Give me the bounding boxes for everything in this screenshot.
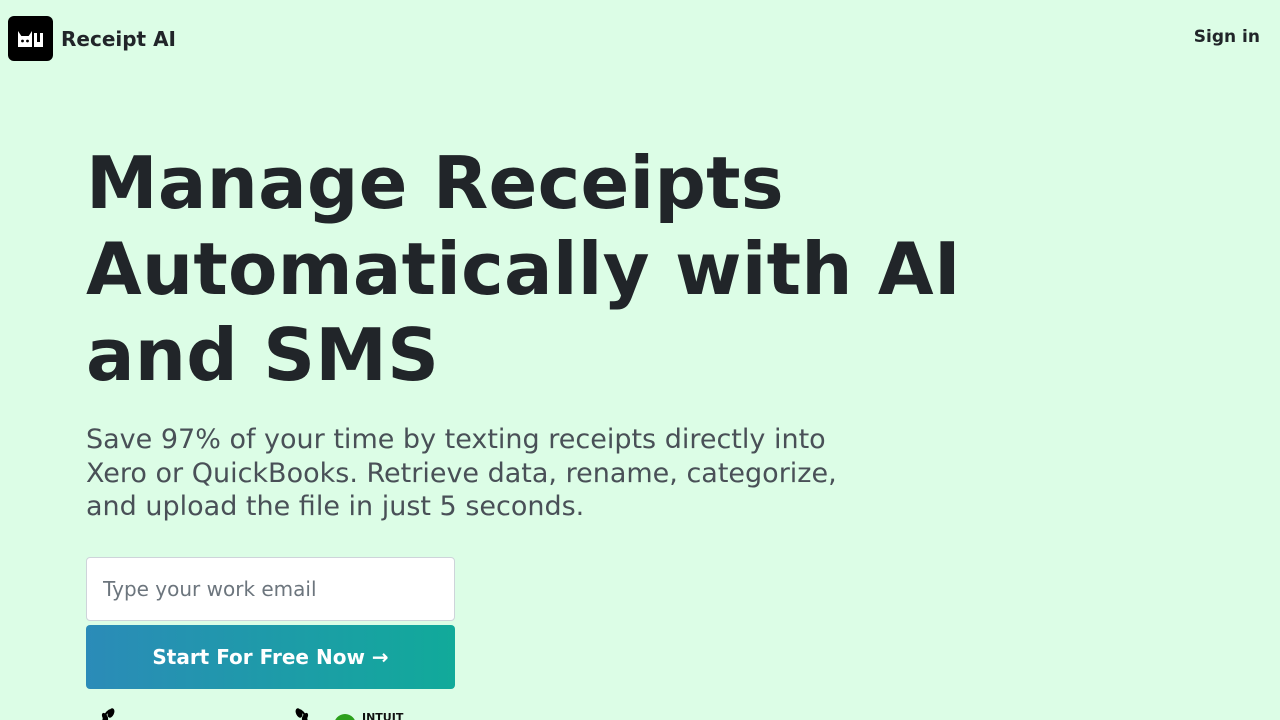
headline-line: Manage Receipts [86, 141, 784, 225]
intuit-label: INTUIT [362, 711, 404, 720]
laurel-right-icon [295, 708, 309, 720]
cat-face-icon [8, 16, 53, 61]
award-badges: INTUIT [96, 706, 416, 720]
top-navbar: Receipt AI Sign in [0, 0, 1280, 76]
laurel-left-icon [101, 708, 115, 720]
subtext-line: and upload the file in just 5 seconds. [86, 491, 585, 522]
intuit-badge-icon [334, 714, 356, 720]
brand-home-link[interactable]: Receipt AI [8, 16, 176, 61]
hero-subtext: Save 97% of your time by texting receipt… [86, 423, 886, 524]
work-email-input[interactable] [86, 557, 455, 621]
subtext-line: Save 97% of your time by texting receipt… [86, 424, 826, 455]
brand-name: Receipt AI [61, 26, 176, 51]
headline-line: and SMS [86, 313, 440, 397]
sign-in-link[interactable]: Sign in [1194, 27, 1260, 47]
headline-line: Automatically with AI [86, 227, 961, 311]
subtext-line: Xero or QuickBooks. Retrieve data, renam… [86, 457, 837, 489]
hero-headline: Manage Receipts Automatically with AI an… [86, 140, 1046, 398]
start-for-free-button[interactable]: Start For Free Now → [86, 625, 455, 689]
landing-page: Receipt AI Sign in Manage Receipts Autom… [0, 0, 1280, 720]
